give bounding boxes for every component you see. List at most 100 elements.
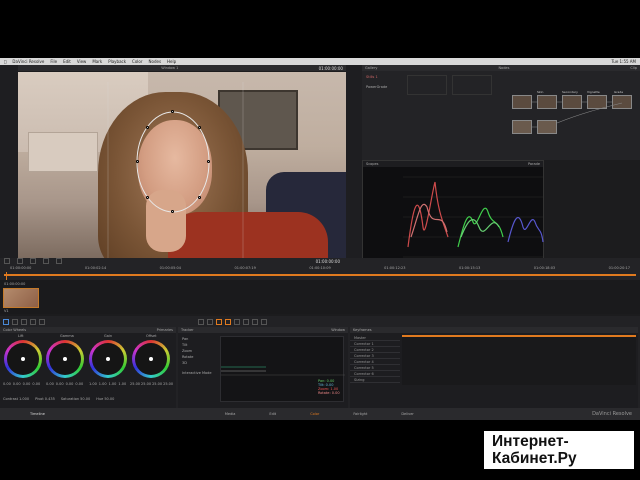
hue-field[interactable]: Hue 50.00 xyxy=(96,397,114,401)
tracker-option-tilt[interactable]: Tilt xyxy=(182,343,212,347)
qualifier-icon[interactable] xyxy=(207,318,213,325)
gallery-item-powergrade[interactable]: PowerGrade xyxy=(366,85,387,89)
gallery-item-stills[interactable]: Stills 1 xyxy=(366,75,378,79)
lift-value[interactable]: 0.00 xyxy=(3,382,11,386)
playhead[interactable] xyxy=(6,272,7,280)
3d-icon[interactable] xyxy=(261,318,267,325)
lift-value[interactable]: 0.00 xyxy=(23,382,31,386)
play-button[interactable] xyxy=(30,258,36,264)
color-match-icon[interactable] xyxy=(12,318,18,325)
watermark-line2: Кабинет.Ру xyxy=(492,450,577,467)
lift-value[interactable]: 0.00 xyxy=(32,382,40,386)
power-window-mask[interactable] xyxy=(18,72,346,258)
mask-point[interactable] xyxy=(136,160,139,163)
tracker-window-label[interactable]: Window xyxy=(331,328,345,332)
color-wheels-icon[interactable] xyxy=(21,318,27,325)
mask-point[interactable] xyxy=(171,110,174,113)
stop-button[interactable] xyxy=(17,258,23,264)
tracker-option-rotate[interactable]: Rotate xyxy=(182,355,212,359)
menu-nodes[interactable]: Nodes xyxy=(149,59,162,64)
menu-help[interactable]: Help xyxy=(167,59,176,64)
gamma-value[interactable]: 0.00 xyxy=(75,382,83,386)
tracker-analysis[interactable]: Interactive Mode xyxy=(182,371,212,375)
menu-bar:  DaVinci Resolve File Edit View Mark Pl… xyxy=(0,58,640,65)
mask-point[interactable] xyxy=(146,196,149,199)
lift-wheel-handle[interactable] xyxy=(21,357,25,361)
scopes-mode[interactable]: Parade xyxy=(528,162,540,166)
menu-view[interactable]: View xyxy=(77,59,87,64)
menubar-clock: Tue 1:55 AM xyxy=(611,59,636,64)
page-tab-color[interactable]: Color xyxy=(310,412,319,416)
next-button[interactable] xyxy=(43,258,49,264)
menu-mark[interactable]: Mark xyxy=(92,59,102,64)
tracker-icon[interactable] xyxy=(225,318,231,325)
loop-button[interactable] xyxy=(56,258,62,264)
tick-label: 01:00:18:03 xyxy=(533,266,556,270)
mask-point[interactable] xyxy=(198,126,201,129)
curves-icon[interactable] xyxy=(198,318,204,325)
viewer-title: Window 1 xyxy=(161,66,179,70)
mask-point[interactable] xyxy=(171,210,174,213)
tracker-option-pan[interactable]: Pan xyxy=(182,337,212,341)
gain-value[interactable]: 1.00 xyxy=(118,382,126,386)
gallery-header: Gallery Nodes Clip xyxy=(362,65,640,71)
apple-icon[interactable]:  xyxy=(4,59,6,64)
key-icon[interactable] xyxy=(243,318,249,325)
timeline-track[interactable] xyxy=(4,274,636,276)
contrast-field[interactable]: Contrast 1.000 xyxy=(3,397,29,401)
tracker-option-zoom[interactable]: Zoom xyxy=(182,349,212,353)
keyframe-range[interactable] xyxy=(402,335,636,337)
gallery-still-slot[interactable] xyxy=(452,75,492,95)
parade-blue-trace xyxy=(507,217,544,243)
node-connections xyxy=(532,101,623,128)
keyframe-row[interactable]: Sizing xyxy=(350,377,400,383)
timeline-ruler[interactable]: 01:00:00:00 01:00:00:00 01:00:02:14 01:0… xyxy=(0,258,640,280)
offset-wheel-handle[interactable] xyxy=(149,357,153,361)
clip-thumbnail[interactable] xyxy=(3,288,39,308)
primaries-label[interactable]: Primaries xyxy=(157,328,173,332)
menu-playback[interactable]: Playback xyxy=(108,59,126,64)
sizing-icon[interactable] xyxy=(252,318,258,325)
gamma-value[interactable]: 0.00 xyxy=(66,382,74,386)
gamma-value[interactable]: 0.00 xyxy=(46,382,54,386)
menu-file[interactable]: File xyxy=(50,59,57,64)
previous-button[interactable] xyxy=(4,258,10,264)
rgb-mixer-icon[interactable] xyxy=(30,318,36,325)
mask-point[interactable] xyxy=(198,196,201,199)
gain-wheel-handle[interactable] xyxy=(106,357,110,361)
mask-point[interactable] xyxy=(146,126,149,129)
offset-value[interactable]: 25.00 xyxy=(163,382,173,386)
keyframe-track-area[interactable] xyxy=(402,335,636,385)
gain-value[interactable]: 1.00 xyxy=(109,382,117,386)
offset-value[interactable]: 25.00 xyxy=(152,382,162,386)
blur-icon[interactable] xyxy=(234,318,240,325)
menu-app[interactable]: DaVinci Resolve xyxy=(12,59,44,64)
lift-value[interactable]: 0.00 xyxy=(13,382,21,386)
gamma-wheel-handle[interactable] xyxy=(63,357,67,361)
page-tab-media[interactable]: Media xyxy=(225,412,236,416)
gain-value[interactable]: 1.00 xyxy=(99,382,107,386)
page-tab-deliver[interactable]: Deliver xyxy=(401,412,413,416)
gallery-still-slot[interactable] xyxy=(407,75,447,95)
tracker-option-3d[interactable]: 3D xyxy=(182,361,212,365)
page-tab-fairlight[interactable]: Fairlight xyxy=(353,412,367,416)
viewer[interactable] xyxy=(18,72,346,258)
menu-color[interactable]: Color xyxy=(132,59,142,64)
tracker-readouts: Pan: 0.00 Tilt: 0.00 Zoom: 1.00 Rotate: … xyxy=(318,379,340,395)
offset-value[interactable]: 25.00 xyxy=(141,382,151,386)
gain-value[interactable]: 1.00 xyxy=(89,382,97,386)
gamma-value[interactable]: 0.00 xyxy=(56,382,64,386)
saturation-field[interactable]: Saturation 50.00 xyxy=(61,397,90,401)
offset-value[interactable]: 25.00 xyxy=(130,382,140,386)
transport-bar: 01:00:00:00 xyxy=(0,258,640,264)
camera-raw-icon[interactable] xyxy=(3,318,9,325)
window-icon[interactable] xyxy=(216,318,222,325)
page-tab-edit[interactable]: Edit xyxy=(269,412,276,416)
menu-edit[interactable]: Edit xyxy=(63,59,71,64)
resolve-window:  DaVinci Resolve File Edit View Mark Pl… xyxy=(0,58,640,420)
pivot-field[interactable]: Pivot 0.435 xyxy=(35,397,55,401)
motion-effects-icon[interactable] xyxy=(39,318,45,325)
mask-point[interactable] xyxy=(207,160,210,163)
nodes-mode[interactable]: Clip xyxy=(630,66,637,70)
keyframes-title: Keyframes xyxy=(353,328,372,332)
